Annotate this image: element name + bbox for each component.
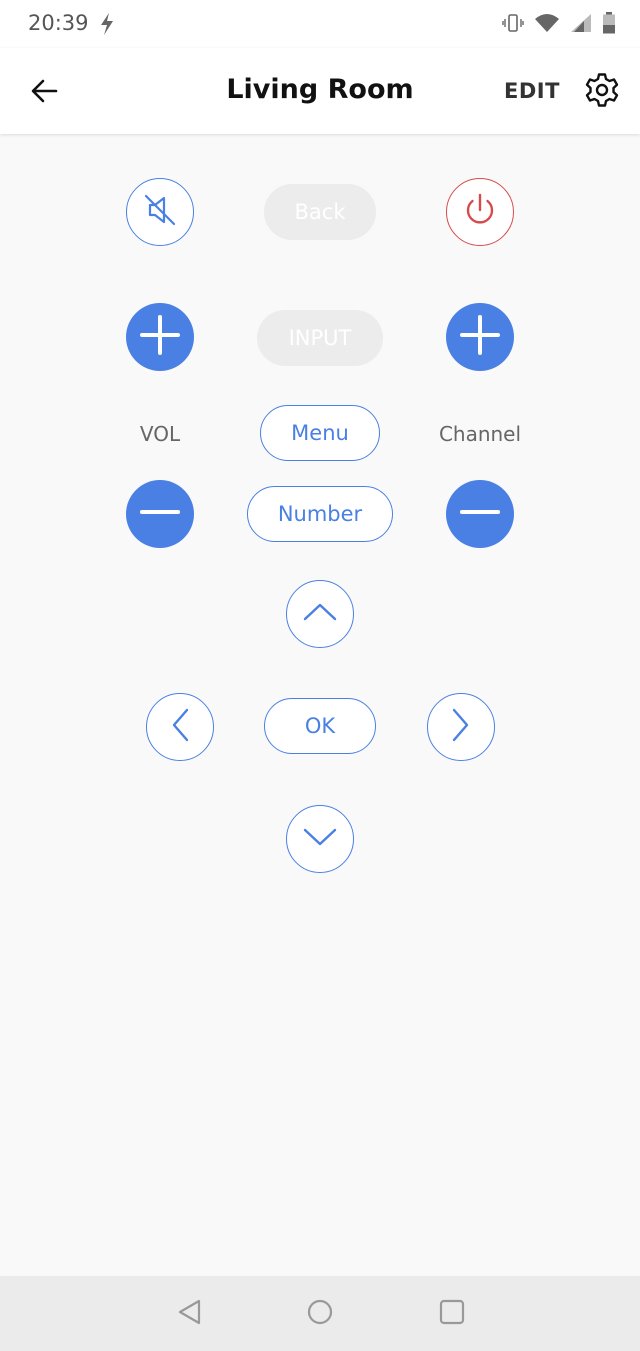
back-pill-button[interactable]: Back (264, 184, 376, 240)
dpad-up-button[interactable] (286, 580, 354, 648)
nav-back-icon (177, 1299, 203, 1329)
vibrate-icon (502, 12, 524, 38)
volume-up-button[interactable] (126, 303, 194, 371)
edit-button[interactable]: EDIT (504, 79, 560, 103)
dpad-right-button[interactable] (427, 693, 495, 761)
flash-icon (98, 12, 116, 40)
chevron-left-icon (168, 707, 192, 747)
number-button[interactable]: Number (247, 486, 393, 542)
plus-icon (460, 315, 500, 359)
minus-icon (460, 492, 500, 536)
battery-icon (602, 12, 616, 38)
dpad-down-button[interactable] (286, 805, 354, 873)
settings-button[interactable] (582, 72, 622, 112)
chevron-up-icon (302, 600, 338, 628)
gear-icon (585, 73, 619, 111)
status-icons (502, 12, 616, 38)
volume-down-button[interactable] (126, 480, 194, 548)
menu-button[interactable]: Menu (260, 405, 380, 461)
status-time: 20:39 (28, 11, 89, 35)
wifi-icon (534, 13, 560, 37)
channel-label: Channel (438, 422, 522, 446)
channel-up-button[interactable] (446, 303, 514, 371)
nav-home-icon (307, 1299, 333, 1329)
nav-back-button[interactable] (174, 1298, 206, 1330)
signal-icon (570, 13, 592, 37)
status-bar: 20:39 (0, 0, 640, 48)
power-icon (460, 190, 500, 234)
channel-down-button[interactable] (446, 480, 514, 548)
nav-recents-button[interactable] (436, 1298, 468, 1330)
volume-off-icon (142, 192, 178, 232)
vol-label: VOL (139, 422, 181, 446)
chevron-down-icon (302, 825, 338, 853)
dpad-left-button[interactable] (146, 693, 214, 761)
input-button[interactable]: INPUT (257, 310, 383, 366)
nav-home-button[interactable] (304, 1298, 336, 1330)
power-button[interactable] (446, 178, 514, 246)
ok-button[interactable]: OK (264, 698, 376, 754)
nav-recents-icon (439, 1299, 465, 1329)
system-nav-bar (0, 1276, 640, 1351)
plus-icon (140, 315, 180, 359)
mute-button[interactable] (126, 178, 194, 246)
app-bar: Living Room EDIT (0, 48, 640, 134)
minus-icon (140, 492, 180, 536)
chevron-right-icon (449, 707, 473, 747)
